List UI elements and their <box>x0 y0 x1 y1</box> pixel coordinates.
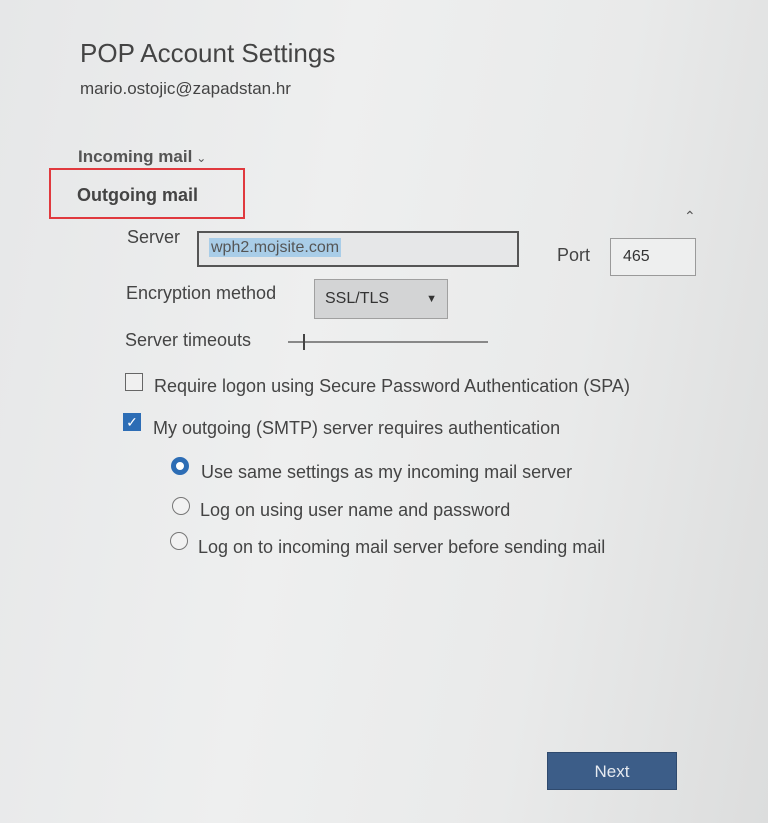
smtp-auth-checkbox[interactable]: ✓ <box>123 413 141 431</box>
radio-same-settings[interactable] <box>171 457 189 475</box>
server-input[interactable]: wph2.mojsite.com <box>197 231 519 267</box>
radio-same-settings-label[interactable]: Use same settings as my incoming mail se… <box>201 462 572 483</box>
section-outgoing-mail[interactable]: Outgoing mail <box>77 185 198 206</box>
checkmark-icon: ✓ <box>126 414 138 430</box>
timeout-slider-thumb[interactable] <box>303 334 305 350</box>
radio-username-password[interactable] <box>172 497 190 515</box>
account-email: mario.ostojic@zapadstan.hr <box>80 79 291 98</box>
dropdown-arrow-icon: ▼ <box>426 293 437 305</box>
spa-checkbox[interactable] <box>125 373 143 391</box>
encryption-value: SSL/TLS <box>325 290 390 307</box>
radio-incoming-before-sending[interactable] <box>170 532 188 550</box>
incoming-mail-label: Incoming mail <box>78 147 193 166</box>
chevron-down-icon: ⌄ <box>196 151 207 165</box>
server-label: Server <box>127 227 181 247</box>
smtp-auth-label[interactable]: My outgoing (SMTP) server requires authe… <box>153 418 560 439</box>
chevron-up-icon[interactable]: ⌃ <box>684 208 696 225</box>
spa-label[interactable]: Require logon using Secure Password Auth… <box>154 376 630 397</box>
timeout-slider-track[interactable] <box>288 341 488 343</box>
encryption-label: Encryption method <box>126 283 277 303</box>
port-label: Port <box>557 245 591 265</box>
next-button[interactable]: Next <box>547 752 677 790</box>
section-incoming-mail[interactable]: Incoming mail ⌄ <box>78 147 206 167</box>
dialog-title: POP Account Settings <box>80 38 336 68</box>
radio-username-password-label[interactable]: Log on using user name and password <box>200 500 510 521</box>
server-timeouts-label: Server timeouts <box>125 330 252 350</box>
port-input[interactable]: 465 <box>610 238 696 276</box>
radio-incoming-before-sending-label[interactable]: Log on to incoming mail server before se… <box>198 537 605 558</box>
server-value: wph2.mojsite.com <box>209 238 342 257</box>
encryption-select[interactable]: SSL/TLS ▼ <box>314 279 448 319</box>
